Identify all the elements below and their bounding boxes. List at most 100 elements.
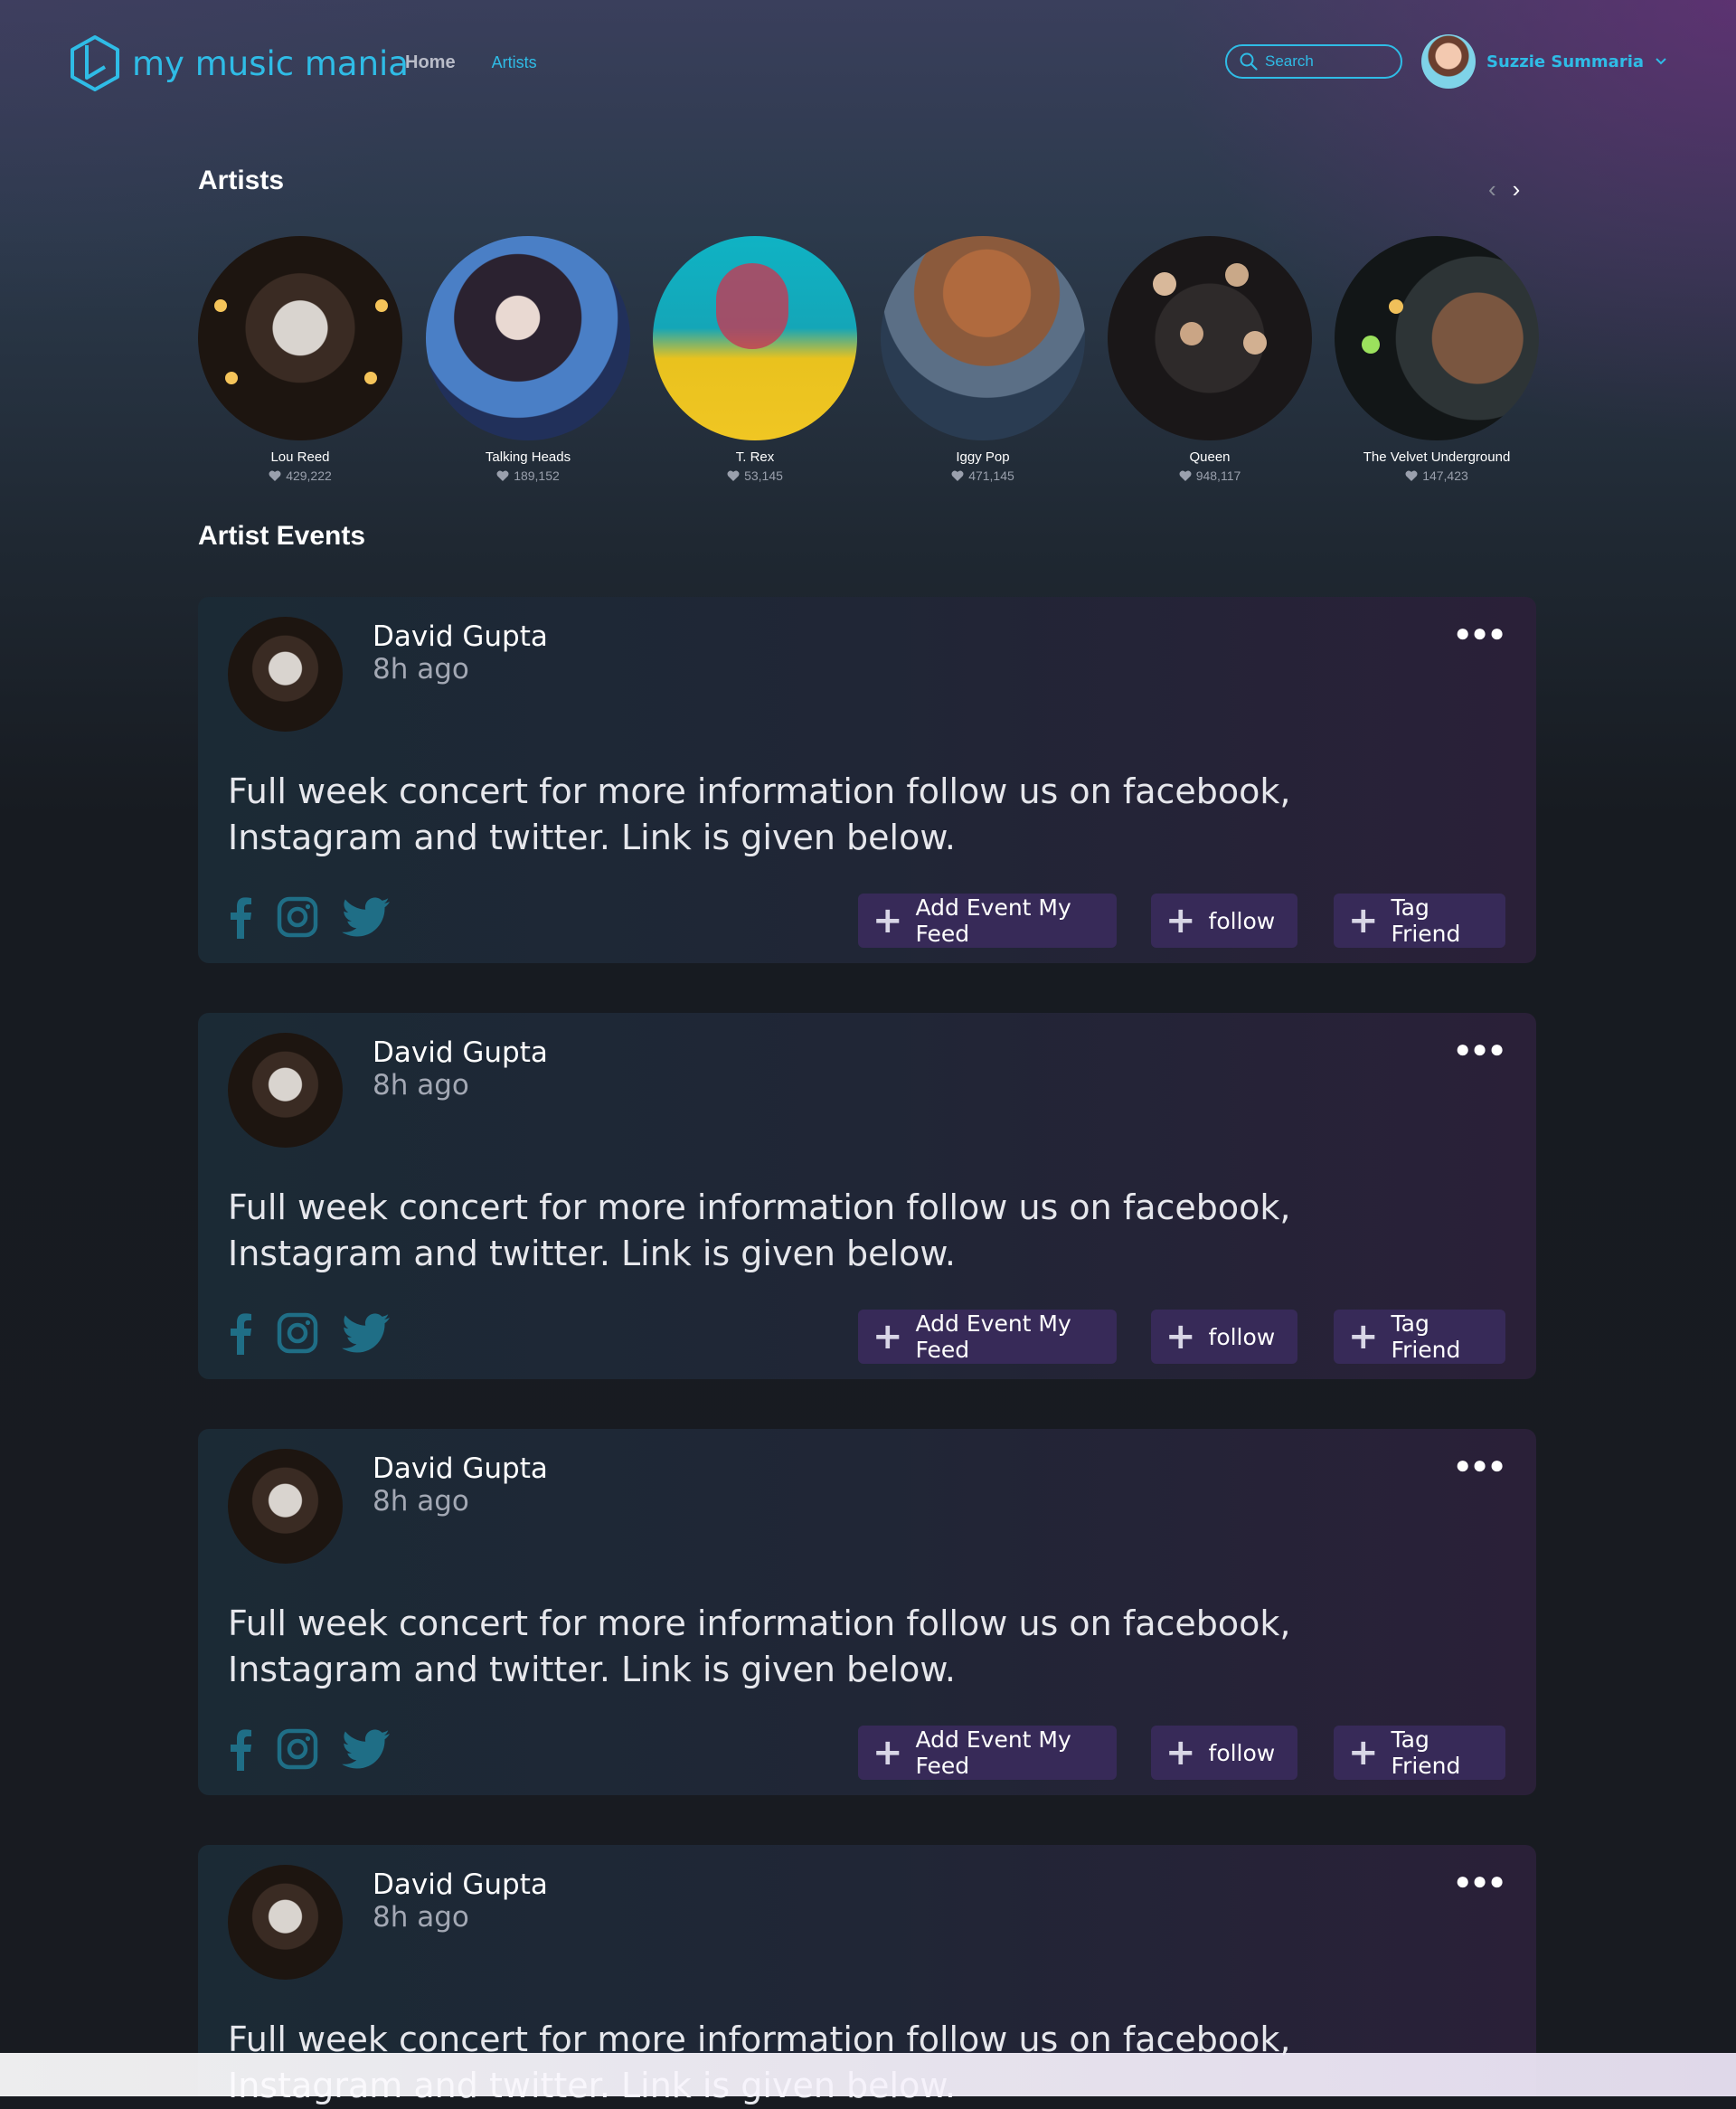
plus-icon: + bbox=[1165, 1732, 1196, 1773]
instagram-icon[interactable] bbox=[277, 1728, 318, 1770]
likes-count: 53,145 bbox=[744, 468, 783, 483]
search-input[interactable] bbox=[1265, 52, 1392, 71]
top-header: my music mania Home Artists Suzzie Summa… bbox=[0, 0, 1736, 127]
avatar[interactable] bbox=[228, 617, 343, 732]
tag-friend-label: Tag Friend bbox=[1391, 1726, 1461, 1779]
plus-icon: + bbox=[1165, 1316, 1196, 1357]
heart-icon bbox=[1405, 470, 1418, 481]
bottom-overlay bbox=[0, 2053, 1736, 2096]
event-card: David Gupta 8h ago ●●● Full week concert… bbox=[198, 1429, 1536, 1795]
tag-friend-button[interactable]: + Tag Friend bbox=[1334, 1310, 1505, 1364]
social-links bbox=[228, 895, 391, 939]
artist-card[interactable]: Talking Heads 189,152 bbox=[426, 236, 630, 483]
event-author[interactable]: David Gupta bbox=[373, 1452, 548, 1485]
artist-name: T. Rex bbox=[735, 449, 775, 465]
plus-icon: + bbox=[1165, 900, 1196, 941]
twitter-icon[interactable] bbox=[342, 1729, 391, 1769]
artist-likes: 189,152 bbox=[426, 468, 630, 483]
facebook-icon[interactable] bbox=[228, 1727, 253, 1771]
more-icon[interactable]: ●●● bbox=[1455, 1451, 1506, 1480]
artist-photo[interactable] bbox=[1108, 236, 1312, 440]
add-event-button[interactable]: + Add Event My Feed bbox=[858, 1310, 1117, 1364]
artist-card[interactable]: The Velvet Underground 147,423 bbox=[1335, 236, 1539, 483]
chevron-down-icon[interactable] bbox=[1655, 57, 1667, 66]
tag-friend-label: Tag Friend bbox=[1391, 1310, 1461, 1363]
artist-photo[interactable] bbox=[653, 236, 857, 440]
search-box[interactable] bbox=[1225, 44, 1402, 79]
artist-name: The Velvet Underground bbox=[1363, 449, 1511, 465]
main-nav: Home Artists bbox=[405, 52, 537, 73]
artist-name: Queen bbox=[1189, 449, 1231, 465]
plus-icon: + bbox=[873, 900, 903, 941]
event-card: David Gupta 8h ago ●●● Full week concert… bbox=[198, 1013, 1536, 1379]
chevron-left-icon[interactable]: ‹ bbox=[1488, 175, 1496, 203]
likes-count: 147,423 bbox=[1422, 468, 1468, 483]
nav-artists-link[interactable]: Artists bbox=[492, 53, 537, 72]
artist-likes: 429,222 bbox=[198, 468, 402, 483]
more-icon[interactable]: ●●● bbox=[1455, 1867, 1506, 1896]
instagram-icon[interactable] bbox=[277, 896, 318, 938]
logo-icon bbox=[71, 35, 119, 91]
event-time: 8h ago bbox=[373, 1485, 469, 1518]
plus-icon: + bbox=[873, 1732, 903, 1773]
more-icon[interactable]: ●●● bbox=[1455, 1035, 1506, 1064]
twitter-icon[interactable] bbox=[342, 897, 391, 937]
tag-friend-button[interactable]: + Tag Friend bbox=[1334, 894, 1505, 948]
avatar[interactable] bbox=[228, 1033, 343, 1148]
avatar[interactable] bbox=[228, 1449, 343, 1564]
user-name[interactable]: Suzzie Summaria bbox=[1486, 52, 1644, 71]
event-author[interactable]: David Gupta bbox=[373, 1036, 548, 1069]
artist-card[interactable]: T. Rex 53,145 bbox=[653, 236, 857, 483]
event-author[interactable]: David Gupta bbox=[373, 620, 548, 653]
event-description: Full week concert for more information f… bbox=[228, 1187, 1291, 1273]
artist-card[interactable]: Queen 948,117 bbox=[1108, 236, 1312, 483]
artist-photo[interactable] bbox=[198, 236, 402, 440]
avatar[interactable] bbox=[228, 1865, 343, 1980]
avatar[interactable] bbox=[1421, 34, 1476, 89]
add-event-button[interactable]: + Add Event My Feed bbox=[858, 1726, 1117, 1780]
follow-label: follow bbox=[1208, 1323, 1276, 1350]
artist-likes: 53,145 bbox=[653, 468, 857, 483]
event-time: 8h ago bbox=[373, 1901, 469, 1934]
search-icon bbox=[1240, 52, 1258, 71]
add-event-button[interactable]: + Add Event My Feed bbox=[858, 894, 1117, 948]
facebook-icon[interactable] bbox=[228, 1311, 253, 1355]
follow-button[interactable]: + follow bbox=[1151, 1310, 1297, 1364]
likes-count: 948,117 bbox=[1195, 468, 1241, 483]
plus-icon: + bbox=[1348, 1732, 1379, 1773]
follow-button[interactable]: + follow bbox=[1151, 894, 1297, 948]
twitter-icon[interactable] bbox=[342, 1313, 391, 1353]
nav-home-link[interactable]: Home bbox=[405, 52, 456, 73]
artist-photo[interactable] bbox=[1335, 236, 1539, 440]
likes-count: 189,152 bbox=[514, 468, 560, 483]
artist-card[interactable]: Lou Reed 429,222 bbox=[198, 236, 402, 483]
heart-icon bbox=[951, 470, 964, 481]
artist-card[interactable]: Iggy Pop 471,145 bbox=[881, 236, 1085, 483]
plus-icon: + bbox=[1348, 900, 1379, 941]
follow-label: follow bbox=[1208, 907, 1276, 934]
user-menu[interactable]: Suzzie Summaria bbox=[1421, 34, 1667, 89]
artist-photo[interactable] bbox=[881, 236, 1085, 440]
heart-icon bbox=[269, 470, 281, 481]
more-icon[interactable]: ●●● bbox=[1455, 619, 1506, 648]
artist-likes: 147,423 bbox=[1335, 468, 1539, 483]
heart-icon bbox=[1179, 470, 1192, 481]
event-time: 8h ago bbox=[373, 653, 469, 686]
artist-photo[interactable] bbox=[426, 236, 630, 440]
chevron-right-icon[interactable]: › bbox=[1513, 175, 1521, 203]
logo[interactable]: my music mania bbox=[69, 34, 409, 92]
social-links bbox=[228, 1311, 391, 1355]
follow-button[interactable]: + follow bbox=[1151, 1726, 1297, 1780]
follow-label: follow bbox=[1208, 1739, 1276, 1766]
likes-count: 471,145 bbox=[968, 468, 1014, 483]
artist-likes: 948,117 bbox=[1108, 468, 1312, 483]
event-author[interactable]: David Gupta bbox=[373, 1868, 548, 1901]
artist-likes: 471,145 bbox=[881, 468, 1085, 483]
instagram-icon[interactable] bbox=[277, 1312, 318, 1354]
event-description: Full week concert for more information f… bbox=[228, 771, 1291, 857]
artists-section-title: Artists bbox=[198, 166, 285, 195]
tag-friend-label: Tag Friend bbox=[1391, 894, 1461, 947]
brand-name: my music mania bbox=[132, 43, 409, 83]
tag-friend-button[interactable]: + Tag Friend bbox=[1334, 1726, 1505, 1780]
facebook-icon[interactable] bbox=[228, 895, 253, 939]
